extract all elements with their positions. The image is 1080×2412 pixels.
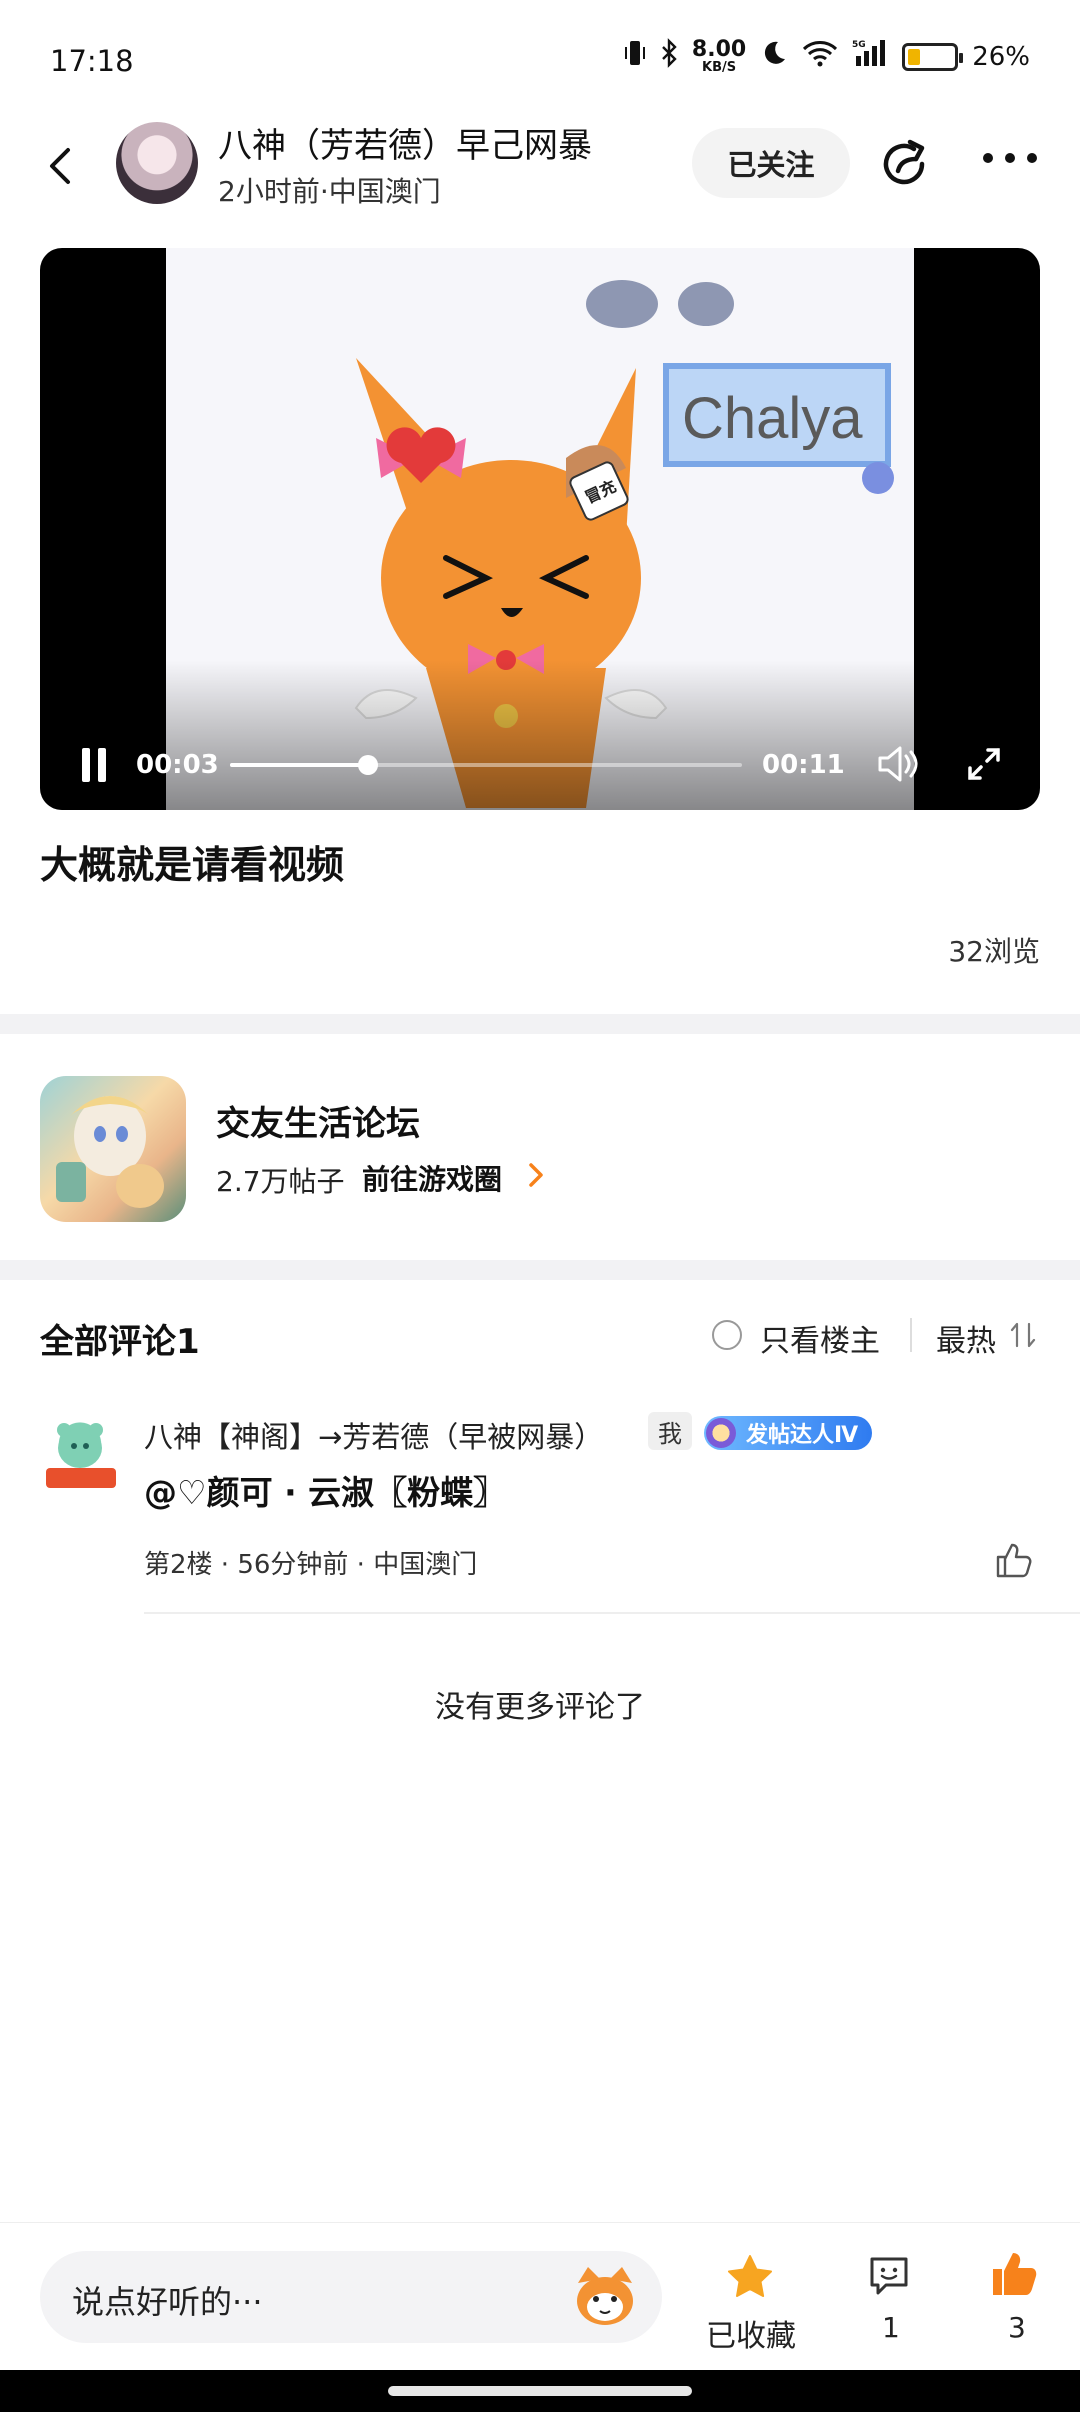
moon-icon xyxy=(760,39,788,74)
thumbs-up-icon xyxy=(996,1543,1032,1578)
svg-text:5G: 5G xyxy=(852,40,866,50)
status-time: 17:18 xyxy=(50,44,134,78)
follow-button[interactable]: 已关注 xyxy=(692,128,850,198)
star-icon xyxy=(728,2255,772,2297)
fullscreen-button[interactable] xyxy=(966,746,1002,782)
status-bar: 17:18 8.00 KB/S 5G 26% xyxy=(0,0,1080,120)
commenter-name[interactable]: 八神【神阁】→芳若德（早被网暴） xyxy=(144,1414,603,1456)
comment-button[interactable] xyxy=(866,2253,912,2299)
no-more-comments: 没有更多评论了 xyxy=(435,1690,645,1725)
volume-icon xyxy=(878,746,918,782)
only-op-radio[interactable] xyxy=(712,1320,742,1350)
section-divider xyxy=(0,1014,1080,1034)
more-dots-icon xyxy=(983,153,1037,163)
back-button[interactable] xyxy=(40,144,84,188)
video-total-time: 00:11 xyxy=(762,750,845,780)
mascot-emoji-icon[interactable] xyxy=(570,2263,640,2329)
share-button[interactable] xyxy=(876,134,936,194)
bottom-action-bar: 说点好听的··· 已收藏 1 3 xyxy=(0,2222,1080,2370)
thumbs-up-filled-icon xyxy=(993,2253,1037,2295)
video-player[interactable]: Chalya 冒充 00:03 00:11 xyxy=(40,248,1040,810)
me-tag: 我 xyxy=(648,1412,692,1450)
only-op-label[interactable]: 只看楼主 xyxy=(760,1316,880,1360)
comment-text[interactable]: @♡颜可 · 云淑〖粉蝶〗 xyxy=(144,1466,506,1514)
share-icon xyxy=(883,139,925,185)
more-button[interactable] xyxy=(980,148,1040,168)
video-overlay-text: Chalya xyxy=(682,386,863,451)
comment-divider xyxy=(144,1612,1080,1614)
post-header: 八神（芳若德）早己网暴 2小时前·中国澳门 已关注 xyxy=(0,110,1080,220)
comment-bubble-icon xyxy=(870,2257,908,2295)
author-name[interactable]: 八神（芳若德）早己网暴 xyxy=(218,118,592,167)
comment-input-placeholder[interactable]: 说点好听的··· xyxy=(72,2277,263,2323)
forum-art xyxy=(56,1096,164,1208)
bluetooth-icon xyxy=(660,38,678,75)
post-title: 大概就是请看视频 xyxy=(40,843,345,887)
avatar-frame-tag xyxy=(46,1468,116,1488)
chevron-right-icon[interactable] xyxy=(526,1160,546,1190)
pause-icon xyxy=(82,748,106,782)
forum-post-count: 2.7万帖子 xyxy=(216,1165,345,1198)
video-current-time: 00:03 xyxy=(136,750,219,780)
video-progress-handle[interactable] xyxy=(358,755,378,775)
signal-icon: 5G xyxy=(852,38,888,75)
wifi-icon xyxy=(802,39,838,74)
network-speed-unit: KB/S xyxy=(702,60,737,75)
network-speed: 8.00 KB/S xyxy=(691,37,747,75)
section-divider xyxy=(0,1260,1080,1280)
status-icons: 8.00 KB/S 5G 26% xyxy=(624,38,1030,75)
favorite-button[interactable] xyxy=(726,2253,774,2301)
video-controls-shade xyxy=(40,660,1040,810)
goto-forum-link[interactable]: 前往游戏圈 xyxy=(362,1158,502,1198)
comment-count: 1 xyxy=(882,2311,900,2344)
pause-button[interactable] xyxy=(80,748,108,782)
author-avatar[interactable] xyxy=(116,122,198,204)
like-count: 3 xyxy=(1008,2311,1026,2344)
video-progress-fill xyxy=(230,763,368,767)
volume-button[interactable] xyxy=(876,744,920,784)
battery-icon xyxy=(902,42,964,71)
system-nav-bar xyxy=(0,2370,1080,2412)
forum-name[interactable]: 交友生活论坛 xyxy=(216,1096,420,1145)
battery-percent: 26% xyxy=(972,41,1030,72)
post-meta: 2小时前·中国澳门 xyxy=(218,175,441,208)
vibrate-icon xyxy=(624,38,646,75)
network-speed-value: 8.00 xyxy=(691,37,747,62)
forum-avatar[interactable] xyxy=(40,1076,186,1222)
favorite-label[interactable]: 已收藏 xyxy=(706,2311,796,2355)
comments-title: 全部评论1 xyxy=(40,1322,200,1362)
fullscreen-icon xyxy=(968,748,1000,780)
comment-meta: 第2楼 · 56分钟前 · 中国澳门 xyxy=(144,1550,478,1580)
like-button[interactable] xyxy=(990,2249,1038,2299)
comment-like-button[interactable] xyxy=(994,1540,1034,1580)
chevron-left-icon xyxy=(50,148,70,184)
view-count: 32浏览 xyxy=(948,935,1040,968)
sort-button[interactable]: 最热 xyxy=(936,1316,996,1360)
comment-input[interactable]: 说点好听的··· xyxy=(40,2251,662,2343)
home-gesture-bar[interactable] xyxy=(388,2386,692,2396)
filter-divider xyxy=(910,1318,912,1352)
badge-avatar-icon xyxy=(706,1418,736,1448)
sort-icon[interactable] xyxy=(1008,1320,1038,1350)
